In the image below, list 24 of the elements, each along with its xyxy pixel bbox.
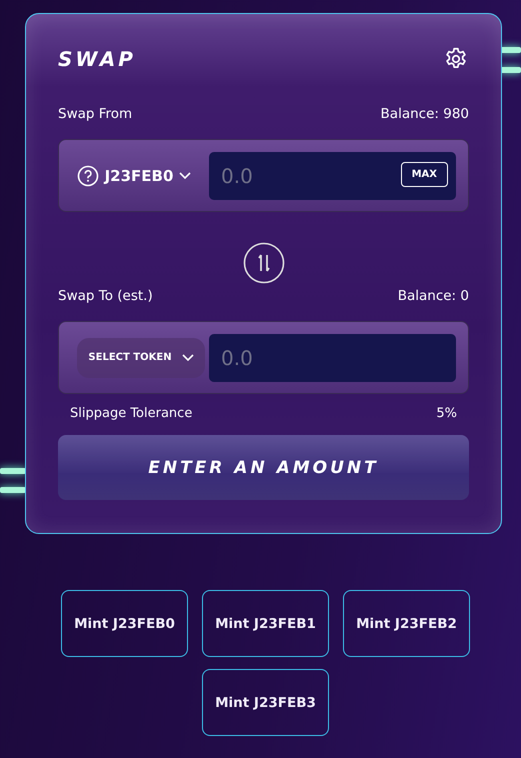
swap-to-label: Swap To (est.) (58, 288, 153, 304)
neon-stripe (500, 67, 521, 73)
balance-text: Balance: 980 (380, 106, 469, 122)
neon-stripe (500, 47, 521, 53)
neon-stripe (0, 487, 26, 493)
chevron-down-icon (179, 172, 192, 180)
mint-button[interactable]: Mint J23FEB2 (343, 590, 470, 657)
swap-from-label: Swap From (58, 106, 132, 122)
token-selector[interactable]: J23FEB0 (59, 152, 209, 200)
mint-button[interactable]: Mint J23FEB1 (202, 590, 329, 657)
mint-button[interactable]: Mint J23FEB3 (202, 669, 329, 736)
question-icon (76, 164, 99, 186)
neon-stripe (0, 468, 26, 474)
amount-input[interactable]: 0.0 (209, 334, 456, 382)
max-button[interactable]: MAX (400, 162, 448, 186)
slippage-value: 5% (436, 406, 457, 421)
enter-amount-button[interactable]: ENTER AN AMOUNT (58, 435, 469, 500)
swap-direction-icon[interactable] (242, 242, 284, 284)
mint-button[interactable]: Mint J23FEB0 (61, 590, 188, 657)
select-token-button[interactable]: SELECT TOKEN (77, 338, 205, 378)
slippage-label: Slippage Tolerance (70, 406, 192, 421)
chevron-down-icon (182, 354, 194, 362)
swap-title: SWAP (58, 47, 136, 71)
balance-text: Balance: 0 (398, 288, 469, 304)
